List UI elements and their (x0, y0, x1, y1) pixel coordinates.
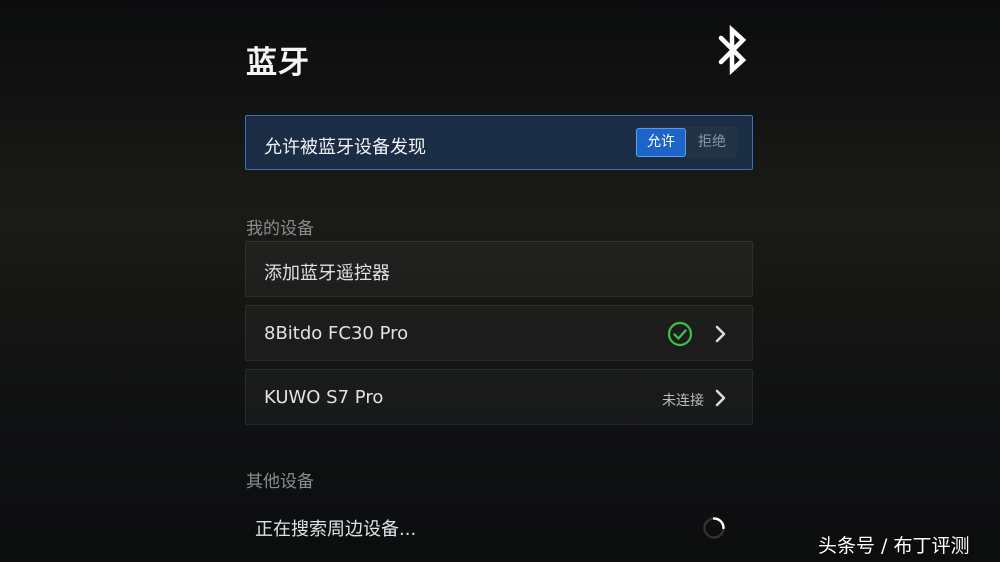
device-name: 8Bitdo FC30 Pro (264, 323, 409, 344)
device-item-kuwo[interactable]: KUWO S7 Pro 未连接 (245, 369, 753, 425)
discoverable-toggle[interactable]: 允许 拒绝 (635, 127, 737, 158)
discoverable-setting-row[interactable]: 允许被蓝牙设备发现 允许 拒绝 (245, 115, 753, 170)
searching-status: 正在搜索周边设备... (255, 519, 417, 540)
add-remote-label: 添加蓝牙遥控器 (264, 263, 390, 284)
device-item-8bitdo[interactable]: 8Bitdo FC30 Pro (245, 305, 753, 361)
allow-option[interactable]: 允许 (636, 128, 686, 157)
loading-spinner-icon (703, 517, 725, 539)
page-title: 蓝牙 (246, 45, 310, 81)
my-devices-section-title: 我的设备 (246, 219, 314, 239)
chevron-right-icon (715, 389, 726, 407)
deny-option[interactable]: 拒绝 (687, 128, 737, 157)
add-bluetooth-remote-button[interactable]: 添加蓝牙遥控器 (245, 241, 753, 297)
device-name: KUWO S7 Pro (264, 387, 384, 408)
discoverable-label: 允许被蓝牙设备发现 (264, 137, 426, 158)
other-devices-section-title: 其他设备 (246, 472, 314, 492)
check-circle-icon (667, 321, 693, 347)
bluetooth-icon (718, 24, 747, 76)
chevron-right-icon (715, 325, 726, 343)
watermark: 头条号 / 布丁评测 (818, 535, 970, 557)
device-status-text: 未连接 (662, 393, 704, 409)
